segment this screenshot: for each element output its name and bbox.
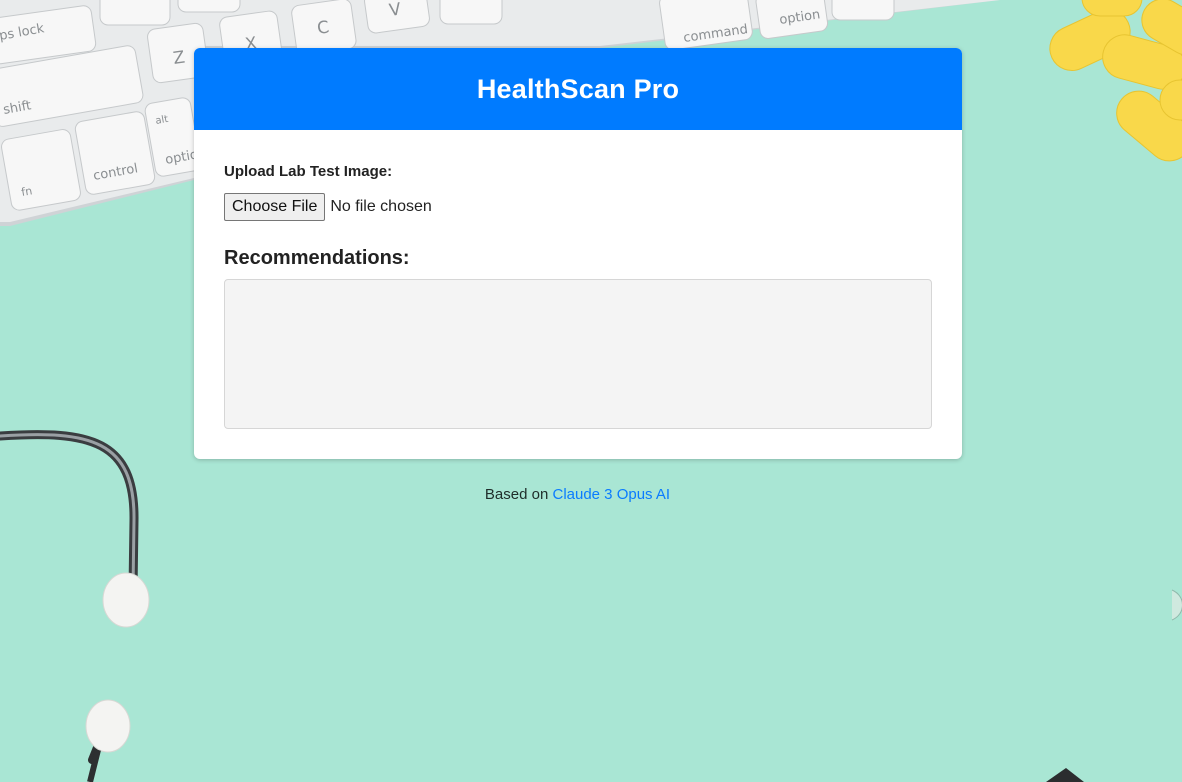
pills-image [1049,0,1182,162]
recommendations-output [224,279,932,429]
file-input[interactable]: Choose File No file chosen [224,193,432,221]
footer-prefix: Based on [484,486,553,503]
app-header: HealthScan Pro [194,48,962,130]
footer: Based on Claude 3 Opus AI [0,486,1155,503]
main-card: HealthScan Pro Upload Lab Test Image: Ch… [194,48,962,459]
file-status-text: No file chosen [330,198,432,215]
upload-label: Upload Lab Test Image: [224,163,393,180]
choose-file-button[interactable]: Choose File [224,193,326,221]
app-title: HealthScan Pro [476,73,680,104]
svg-text:fn: fn [20,184,33,199]
recommendations-heading: Recommendations: [224,247,410,269]
svg-text:alt: alt [155,114,170,127]
claude-link[interactable]: Claude 3 Opus AI [552,486,670,503]
